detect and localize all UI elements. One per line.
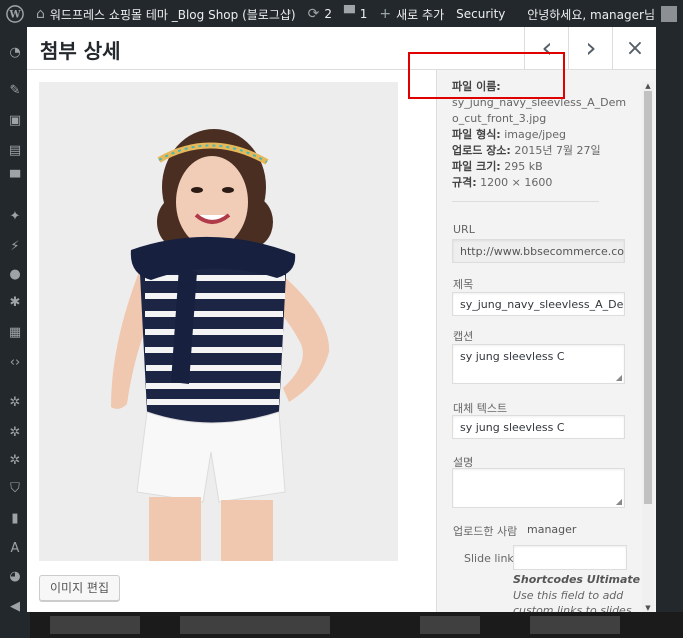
site-name: 워드프레스 쇼핑몰 테마 _Blog Shop (블로그샵)	[49, 7, 296, 22]
url-field[interactable]: http://www.bbsecommerce.com/w	[452, 239, 625, 263]
security-label: Security	[456, 7, 506, 21]
pin-icon[interactable]: ✎	[6, 82, 24, 100]
pages-icon[interactable]: ▤	[6, 142, 24, 160]
account-link[interactable]: 안녕하세요, manager님	[521, 0, 683, 28]
url-label: URL	[453, 223, 475, 236]
comments-count: 1	[359, 7, 368, 21]
uploaded-date-value: 2015년 7월 27일	[514, 144, 601, 157]
edit-image-button[interactable]: 이미지 편집	[39, 575, 121, 601]
security-link[interactable]: Security	[450, 0, 511, 28]
updates-icon: ⟳	[307, 6, 320, 22]
new-label: 새로 추가	[396, 7, 445, 22]
uploaded-by-value: manager	[527, 523, 577, 536]
svg-text:W: W	[8, 10, 21, 21]
filetype-label: 파일 형식:	[452, 128, 501, 141]
wordpress-logo-icon[interactable]: W	[0, 0, 30, 28]
close-icon: ×	[625, 35, 645, 61]
updates-link[interactable]: ⟳ 2	[302, 0, 338, 28]
attachment-image	[39, 82, 398, 561]
filename-line2: o_cut_front_3.jpg	[452, 112, 547, 125]
shield-icon[interactable]: ⛉	[6, 480, 24, 498]
resize-grip-icon[interactable]: ◢	[616, 373, 622, 382]
plugins-icon[interactable]: ⚡	[6, 238, 24, 256]
alt-text-field[interactable]: sy jung sleevless C	[452, 415, 625, 439]
dimensions-value: 1200 × 1600	[480, 176, 553, 189]
comments-icon[interactable]: ▀	[6, 170, 24, 188]
shortcodes-note-title: Shortcodes Ultimate	[513, 573, 641, 586]
attachment-info-pane: 파일 이름: sy_jung_navy_sleevless_A_Dem o_cu…	[436, 70, 656, 612]
caption-label: 캡션	[453, 330, 474, 343]
caption-value: sy jung sleevless C	[460, 350, 565, 363]
alt-text-label: 대체 텍스트	[453, 402, 508, 415]
background-thumbnail	[50, 616, 140, 634]
filesize-label: 파일 크기:	[452, 160, 501, 173]
site-name-link[interactable]: ⌂ 워드프레스 쇼핑몰 테마 _Blog Shop (블로그샵)	[30, 0, 302, 28]
home-icon: ⌂	[36, 6, 45, 22]
next-button[interactable]: ›	[568, 27, 613, 69]
background-page	[30, 612, 683, 638]
scroll-thumb[interactable]	[644, 91, 652, 504]
modal-title: 첨부 상세	[40, 39, 121, 63]
uploaded-date-label: 업로드 장소:	[452, 144, 511, 157]
lock-icon[interactable]: ▮	[6, 510, 24, 528]
new-content-link[interactable]: + 새로 추가	[373, 0, 450, 28]
gear-icon[interactable]: ✲	[6, 452, 24, 470]
scroll-up-icon[interactable]: ▲	[644, 82, 652, 90]
resize-grip-icon[interactable]: ◢	[616, 497, 622, 506]
caption-field[interactable]: sy jung sleevless C ◢	[452, 344, 625, 384]
greeting: 안녕하세요, manager님	[527, 7, 655, 22]
admin-bar: W ⌂ 워드프레스 쇼핑몰 테마 _Blog Shop (블로그샵) ⟳ 2 ▀…	[0, 0, 683, 28]
background-thumbnail	[180, 616, 330, 634]
close-button[interactable]: ×	[612, 27, 656, 69]
plus-icon: +	[379, 6, 392, 22]
slide-link-label: Slide link	[464, 552, 514, 565]
slide-link-field[interactable]	[513, 545, 627, 570]
title-label: 제목	[453, 278, 474, 291]
chart-icon[interactable]: ◕	[6, 568, 24, 586]
filetype-value: image/jpeg	[504, 128, 566, 141]
divider	[452, 201, 599, 202]
filename-highlight-box	[408, 52, 565, 99]
collapse-icon[interactable]: ◀	[6, 598, 24, 616]
admin-sidebar: ◔ ✎ ▣ ▤ ▀ ✦ ⚡ ● ✱ ▦ ‹› ✲ ✲ ✲ ⛉ ▮ A ◕ ◀	[0, 28, 30, 638]
users-icon[interactable]: ●	[6, 266, 24, 284]
title-field[interactable]: sy_jung_navy_sleevless_A_Demo_c	[452, 292, 625, 316]
appearance-icon[interactable]: ✦	[6, 208, 24, 226]
tools-icon[interactable]: ✱	[6, 294, 24, 312]
scroll-down-icon[interactable]: ▼	[644, 604, 652, 612]
settings-grid-icon[interactable]: ▦	[6, 324, 24, 342]
comments-link[interactable]: ▀ 1	[338, 0, 373, 28]
gear-icon[interactable]: ✲	[6, 424, 24, 442]
gear-icon[interactable]: ✲	[6, 394, 24, 412]
updates-count: 2	[324, 7, 332, 21]
media-icon[interactable]: ▣	[6, 112, 24, 130]
description-field[interactable]: ◢	[452, 468, 625, 508]
filesize-value: 295 kB	[504, 160, 543, 173]
scrollbar[interactable]: ▲ ▼	[642, 82, 654, 612]
code-icon[interactable]: ‹›	[6, 354, 24, 372]
shortcodes-note-text: Use this field to add custom links to sl…	[513, 589, 632, 612]
comment-icon: ▀	[343, 6, 355, 22]
avatar	[661, 6, 677, 22]
chevron-right-icon: ›	[585, 31, 597, 64]
uploaded-by-label: 업로드한 사람	[453, 525, 518, 538]
dimensions-label: 규격:	[452, 176, 477, 189]
dashboard-icon[interactable]: ◔	[6, 44, 24, 62]
letter-a-icon[interactable]: A	[6, 540, 24, 558]
attachment-details-modal: 첨부 상세 ‹ › × 이미지 편집 파일 이름: sy_jung_navy_s…	[27, 27, 656, 612]
background-thumbnail	[420, 616, 480, 634]
background-thumbnail	[530, 616, 620, 634]
image-preview-pane: 이미지 편집	[27, 70, 436, 612]
